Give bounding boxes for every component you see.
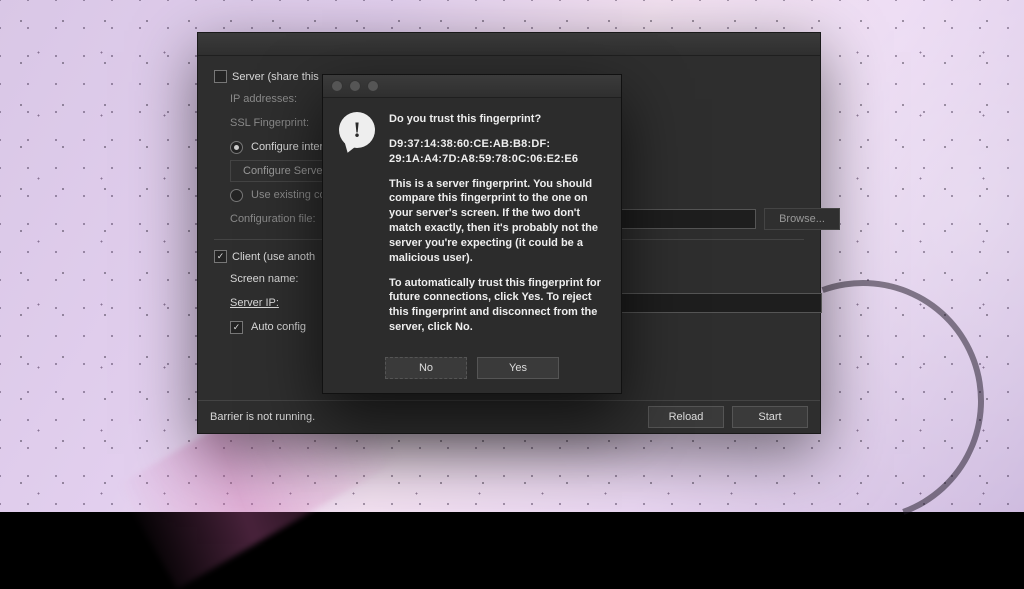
fingerprint-dialog: ! Do you trust this fingerprint? D9:37:1… [322,74,622,394]
client-checkbox-label: Client (use anoth [232,251,315,263]
server-ip-label: Server IP: [230,297,314,309]
main-titlebar[interactable] [198,33,820,56]
dialog-body: ! Do you trust this fingerprint? D9:37:1… [323,98,621,357]
screen-name-label: Screen name: [230,273,314,285]
browse-button[interactable]: Browse... [764,208,840,230]
no-button[interactable]: No [385,357,467,379]
alert-icon: ! [339,112,375,148]
ssl-label: SSL Fingerprint: [230,117,330,129]
auto-config-label: Auto config [251,321,306,333]
fingerprint-value: D9:37:14:38:60:CE:AB:B8:DF: 29:1A:A4:7D:… [389,137,605,167]
dialog-heading: Do you trust this fingerprint? [389,112,605,127]
radio-icon [230,189,243,202]
checkbox-icon [214,250,227,263]
fp-line2: 29:1A:A4:7D:A8:59:78:0C:06:E2:E6 [389,153,578,165]
status-text: Barrier is not running. [210,411,315,423]
dialog-para1: This is a server fingerprint. You should… [389,177,605,266]
server-checkbox-label: Server (share this [232,71,319,83]
config-file-label: Configuration file: [230,213,328,225]
dialog-titlebar[interactable] [323,75,621,98]
checkbox-icon [230,321,243,334]
radio-icon [230,141,243,154]
bottom-bar: Barrier is not running. Reload Start [198,400,820,433]
dialog-buttons: No Yes [323,357,621,393]
fp-line1: D9:37:14:38:60:CE:AB:B8:DF: [389,138,550,150]
dialog-text: Do you trust this fingerprint? D9:37:14:… [389,112,605,345]
ip-label: IP addresses: [230,93,330,105]
traffic-light-close[interactable] [331,80,343,92]
reload-button[interactable]: Reload [648,406,724,428]
traffic-light-max[interactable] [367,80,379,92]
dialog-para2: To automatically trust this fingerprint … [389,276,605,335]
start-button[interactable]: Start [732,406,808,428]
traffic-light-min[interactable] [349,80,361,92]
yes-button[interactable]: Yes [477,357,559,379]
checkbox-icon [214,70,227,83]
